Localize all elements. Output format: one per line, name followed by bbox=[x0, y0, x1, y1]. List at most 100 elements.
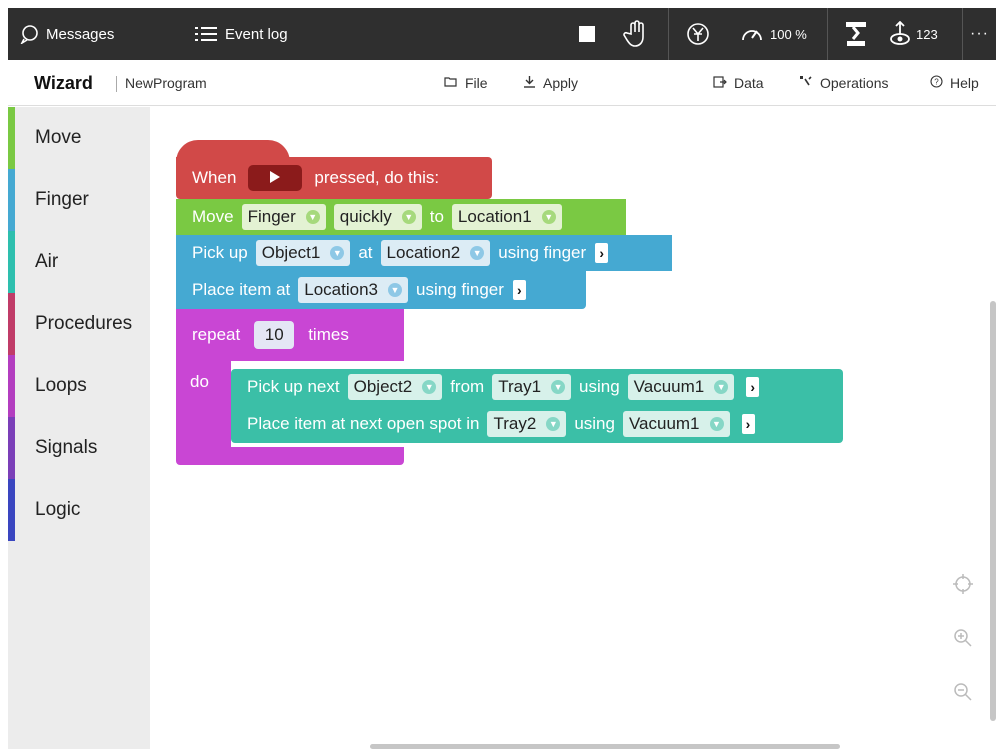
sidebar-item-signals[interactable]: Signals bbox=[8, 417, 150, 479]
dropdown-arrow-icon: ▼ bbox=[541, 210, 556, 224]
more-button[interactable]: ··· bbox=[970, 8, 989, 60]
sidebar-item-label: Signals bbox=[35, 437, 98, 458]
data-button[interactable]: Data bbox=[713, 60, 764, 106]
pickup-next-text: Pick up next bbox=[247, 377, 340, 396]
robot-arm-icon bbox=[844, 21, 868, 47]
play-trigger-button[interactable] bbox=[248, 165, 303, 191]
header-divider bbox=[116, 76, 117, 92]
pickup-location-dropdown[interactable]: Location2 ▼ bbox=[380, 240, 491, 266]
pickup-next-tool-dropdown[interactable]: Vacuum1 ▼ bbox=[627, 374, 735, 400]
place-next-tool-dropdown[interactable]: Vacuum1 ▼ bbox=[622, 411, 730, 437]
category-color-bar bbox=[8, 417, 15, 479]
sidebar-item-air[interactable]: Air bbox=[8, 231, 150, 293]
help-button[interactable]: ? Help bbox=[930, 60, 979, 106]
using-finger-text: using finger bbox=[416, 280, 504, 299]
using-finger-text: using finger bbox=[498, 243, 587, 262]
zoom-in-icon[interactable] bbox=[953, 628, 973, 648]
pickup-object-dropdown[interactable]: Object1 ▼ bbox=[255, 240, 351, 266]
dropdown-value: Tray1 bbox=[498, 377, 542, 396]
category-color-bar bbox=[8, 355, 15, 417]
sidebar-item-label: Loops bbox=[35, 375, 87, 396]
speed-value: 100 % bbox=[770, 26, 807, 42]
horizontal-scrollbar[interactable] bbox=[370, 744, 840, 749]
play-icon bbox=[270, 168, 281, 188]
move-text: Move bbox=[192, 207, 234, 226]
hand-guide-button[interactable] bbox=[623, 8, 649, 60]
sidebar-item-move[interactable]: Move bbox=[8, 107, 150, 169]
pickup-next-tray-dropdown[interactable]: Tray1 ▼ bbox=[492, 374, 572, 400]
operations-label: Operations bbox=[820, 75, 889, 91]
pickup-text: Pick up bbox=[192, 243, 248, 262]
expand-chevron-icon[interactable]: › bbox=[746, 377, 760, 397]
svg-text:?: ? bbox=[934, 78, 939, 87]
expand-chevron-icon[interactable]: › bbox=[595, 243, 609, 263]
dropdown-value: Location2 bbox=[386, 243, 461, 262]
sidebar-item-label: Air bbox=[35, 251, 59, 272]
dropdown-value: Finger bbox=[247, 207, 296, 226]
sidebar-item-logic[interactable]: Logic bbox=[8, 479, 150, 541]
place-next-text: Place item at next open spot in bbox=[247, 414, 480, 433]
operations-button[interactable]: Operations bbox=[799, 60, 888, 106]
file-label: File bbox=[465, 75, 488, 91]
pickup-next-object-dropdown[interactable]: Object2 ▼ bbox=[347, 374, 443, 400]
collision-icon bbox=[686, 22, 710, 46]
messages-button[interactable]: Messages bbox=[20, 8, 114, 60]
collision-button[interactable] bbox=[686, 8, 710, 60]
recenter-icon[interactable] bbox=[953, 574, 973, 594]
download-icon bbox=[523, 75, 536, 91]
dropdown-value: Tray2 bbox=[493, 414, 537, 433]
dropdown-arrow-icon: ▼ bbox=[388, 283, 402, 297]
do-label: do bbox=[190, 372, 209, 391]
jog-counter: 123 bbox=[916, 26, 938, 42]
using-text: using bbox=[574, 414, 615, 433]
hand-icon bbox=[623, 20, 649, 48]
place-item-block[interactable]: Place item at Location3 ▼ using finger › bbox=[176, 271, 586, 309]
speedometer-icon bbox=[740, 24, 764, 44]
category-color-bar bbox=[8, 293, 15, 355]
list-icon bbox=[195, 25, 217, 43]
stop-button[interactable] bbox=[579, 8, 595, 60]
repeat-header: repeat 10 times bbox=[176, 317, 353, 353]
sidebar-item-procedures[interactable]: Procedures bbox=[8, 293, 150, 355]
apply-button[interactable]: Apply bbox=[523, 60, 578, 106]
place-next-tray-dropdown[interactable]: Tray2 ▼ bbox=[487, 411, 567, 437]
pick-up-block[interactable]: Pick up Object1 ▼ at Location2 ▼ using f… bbox=[176, 235, 672, 271]
move-block[interactable]: Move Finger ▼ quickly ▼ to Location1 ▼ bbox=[176, 199, 626, 235]
help-icon: ? bbox=[930, 75, 943, 91]
wizard-header: Wizard NewProgram File Apply Data Operat… bbox=[8, 60, 996, 106]
sidebar-item-loops[interactable]: Loops bbox=[8, 355, 150, 417]
block-workspace[interactable]: When pressed, do this: Move Finger ▼ qui… bbox=[150, 107, 996, 749]
sidebar-item-finger[interactable]: Finger bbox=[8, 169, 150, 231]
move-target-dropdown[interactable]: Finger ▼ bbox=[241, 204, 326, 230]
eventlog-button[interactable]: Event log bbox=[195, 8, 288, 60]
robot-button[interactable] bbox=[844, 8, 868, 60]
zoom-out-icon[interactable] bbox=[953, 682, 973, 702]
repeat-count-input[interactable]: 10 bbox=[254, 321, 295, 349]
dropdown-value: quickly bbox=[339, 207, 392, 226]
expand-chevron-icon[interactable]: › bbox=[741, 414, 755, 434]
program-name: NewProgram bbox=[125, 75, 207, 91]
jog-control[interactable]: 123 bbox=[888, 8, 938, 60]
pressed-text: pressed, do this: bbox=[314, 168, 440, 187]
pick-up-next-block[interactable]: Pick up next Object2 ▼ from Tray1 ▼ usin… bbox=[231, 369, 843, 405]
expand-chevron-icon[interactable]: › bbox=[512, 280, 526, 300]
place-location-dropdown[interactable]: Location3 ▼ bbox=[298, 277, 408, 303]
stop-icon bbox=[579, 26, 595, 42]
data-label: Data bbox=[734, 75, 764, 91]
when-pressed-block[interactable]: When pressed, do this: bbox=[176, 157, 492, 199]
vertical-scrollbar[interactable] bbox=[990, 301, 996, 721]
move-speed-dropdown[interactable]: quickly ▼ bbox=[333, 204, 422, 230]
file-button[interactable]: File bbox=[444, 60, 488, 106]
toolbar-divider bbox=[827, 8, 828, 60]
toolbar-divider bbox=[668, 8, 669, 60]
place-next-block[interactable]: Place item at next open spot in Tray2 ▼ … bbox=[231, 405, 843, 443]
move-location-dropdown[interactable]: Location1 ▼ bbox=[451, 204, 562, 230]
dropdown-arrow-icon: ▼ bbox=[714, 380, 729, 394]
dropdown-value: Vacuum1 bbox=[628, 414, 700, 433]
dropdown-arrow-icon: ▼ bbox=[330, 246, 345, 260]
dropdown-arrow-icon: ▼ bbox=[401, 210, 416, 224]
at-text: at bbox=[358, 243, 373, 262]
speed-control[interactable]: 100 % bbox=[740, 8, 807, 60]
category-color-bar bbox=[8, 479, 15, 541]
operations-icon bbox=[799, 75, 813, 91]
